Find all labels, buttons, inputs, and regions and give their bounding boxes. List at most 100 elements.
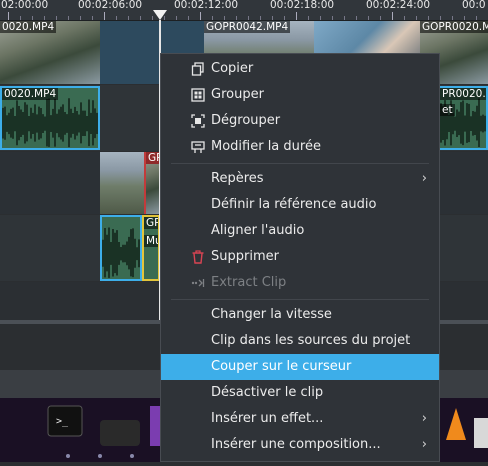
ruler-tick (452, 16, 453, 20)
menu-item-reperes[interactable]: Repères › (161, 166, 439, 192)
menu-item-clip-sources[interactable]: Clip dans les sources du projet (161, 328, 439, 354)
ruler-timecode: 00:02:06:00 (78, 0, 143, 11)
ruler-tick (332, 16, 333, 20)
menu-item-label: Aligner l'audio (211, 223, 305, 238)
ruler-tick (320, 16, 321, 20)
menu-item-label: Copier (211, 61, 254, 76)
playhead-marker[interactable] (153, 10, 167, 20)
ruler-timecode: 00:02:18:00 (270, 0, 335, 11)
clip-label: GP (144, 217, 158, 229)
audio-clip[interactable] (100, 215, 142, 281)
extract-icon (191, 279, 205, 287)
ungroup-icon (191, 114, 205, 128)
menu-item-copier[interactable]: Copier (161, 56, 439, 82)
audio-waveform (102, 227, 140, 278)
menu-item-label: Insérer un effet... (211, 411, 324, 426)
menu-item-changer-vitesse[interactable]: Changer la vitesse (161, 302, 439, 328)
clip-label: Mu (144, 235, 158, 247)
ruler-tick (224, 16, 225, 20)
ruler-tick (44, 16, 45, 20)
ruler-tick (140, 16, 141, 20)
menu-item-label: Couper sur le curseur (211, 359, 352, 374)
svg-text:>_: >_ (56, 416, 69, 427)
ruler-tick (128, 16, 129, 20)
ruler-tick (428, 16, 429, 20)
group-icon (191, 88, 205, 102)
menu-item-label: Définir la référence audio (211, 197, 377, 212)
menu-item-desactiver-clip[interactable]: Désactiver le clip (161, 380, 439, 406)
submenu-arrow-icon: › (421, 171, 427, 186)
ruler-timecode: 00:0 (462, 0, 486, 11)
audio-clip[interactable]: PR0020.M et (438, 86, 488, 150)
clip-label: 0020.MP4 (0, 21, 57, 33)
menu-item-label: Changer la vitesse (211, 307, 332, 322)
clip-label: 0020.MP4 (2, 88, 59, 100)
ruler-timecode: 00:02:24:00 (366, 0, 431, 11)
menu-separator (171, 299, 429, 300)
ruler-tick (368, 16, 369, 20)
video-clip[interactable]: GPR (144, 152, 160, 214)
ruler-tick (32, 16, 33, 20)
ruler-tick (284, 16, 285, 20)
ruler-tick (176, 16, 177, 20)
ruler-tick (476, 16, 477, 20)
ruler-tick (272, 16, 273, 20)
menu-item-label: Désactiver le clip (211, 385, 324, 400)
context-menu: Copier Grouper Dégrouper Modifier la dur… (160, 53, 440, 462)
menu-item-label: Dégrouper (211, 113, 281, 128)
menu-item-label: Insérer une composition... (211, 437, 381, 452)
ruler-tick (296, 12, 297, 20)
video-clip[interactable] (100, 152, 144, 214)
ruler-tick (104, 12, 105, 20)
video-clip[interactable]: 0020.MP4 (0, 21, 100, 84)
ruler-tick (308, 16, 309, 20)
ruler-tick (404, 16, 405, 20)
menu-item-supprimer[interactable]: Supprimer (161, 244, 439, 270)
ruler-tick (8, 12, 9, 20)
ruler-tick (236, 16, 237, 20)
ruler-tick (440, 16, 441, 20)
menu-item-label: Grouper (211, 87, 264, 102)
menu-item-aligner-audio[interactable]: Aligner l'audio (161, 218, 439, 244)
ruler-tick (464, 16, 465, 20)
menu-item-label: Extract Clip (211, 275, 287, 290)
audio-clip[interactable]: GP Mu (142, 215, 160, 281)
menu-item-label: Repères (211, 171, 264, 186)
duration-icon (191, 141, 205, 153)
ruler-timecode: 02:00:00 (1, 0, 49, 11)
ruler-tick (200, 12, 201, 20)
submenu-arrow-icon: › (421, 437, 427, 452)
menu-item-couper-curseur[interactable]: Couper sur le curseur (161, 354, 439, 380)
ruler-tick (380, 16, 381, 20)
ruler-tick (212, 16, 213, 20)
clip-label: GOPR0042.MP4 (204, 21, 291, 33)
clip-label: PR0020.M (440, 88, 486, 100)
timeline-ruler[interactable]: 02:00:00 00:02:06:00 00:02:12:00 00:02:1… (0, 0, 488, 21)
ruler-tick (356, 16, 357, 20)
trash-icon (192, 250, 204, 264)
menu-item-label: Clip dans les sources du projet (211, 333, 411, 348)
ruler-tick (80, 16, 81, 20)
ruler-tick (92, 16, 93, 20)
menu-item-reference-audio[interactable]: Définir la référence audio (161, 192, 439, 218)
menu-item-modifier-duree[interactable]: Modifier la durée (161, 134, 439, 160)
ruler-tick (20, 16, 21, 20)
copy-icon (191, 62, 204, 76)
menu-item-inserer-effet[interactable]: Insérer un effet... › (161, 406, 439, 432)
ruler-tick (188, 16, 189, 20)
clip-label: GPR (146, 152, 160, 164)
menu-item-label: Modifier la durée (211, 139, 321, 154)
waveform-path (2, 98, 98, 148)
menu-item-inserer-composition[interactable]: Insérer une composition... › (161, 432, 439, 458)
menu-item-extract-clip[interactable]: Extract Clip (161, 270, 439, 296)
menu-item-degrouper[interactable]: Dégrouper (161, 108, 439, 134)
menu-item-grouper[interactable]: Grouper (161, 82, 439, 108)
clip-label: et (440, 104, 455, 116)
waveform-path (102, 227, 140, 278)
audio-clip[interactable]: 0020.MP4 (0, 86, 100, 150)
ruler-tick (68, 16, 69, 20)
ruler-timecode: 00:02:12:00 (174, 0, 239, 11)
submenu-arrow-icon: › (421, 411, 427, 426)
ruler-tick (344, 16, 345, 20)
menu-item-label: Supprimer (211, 249, 279, 264)
